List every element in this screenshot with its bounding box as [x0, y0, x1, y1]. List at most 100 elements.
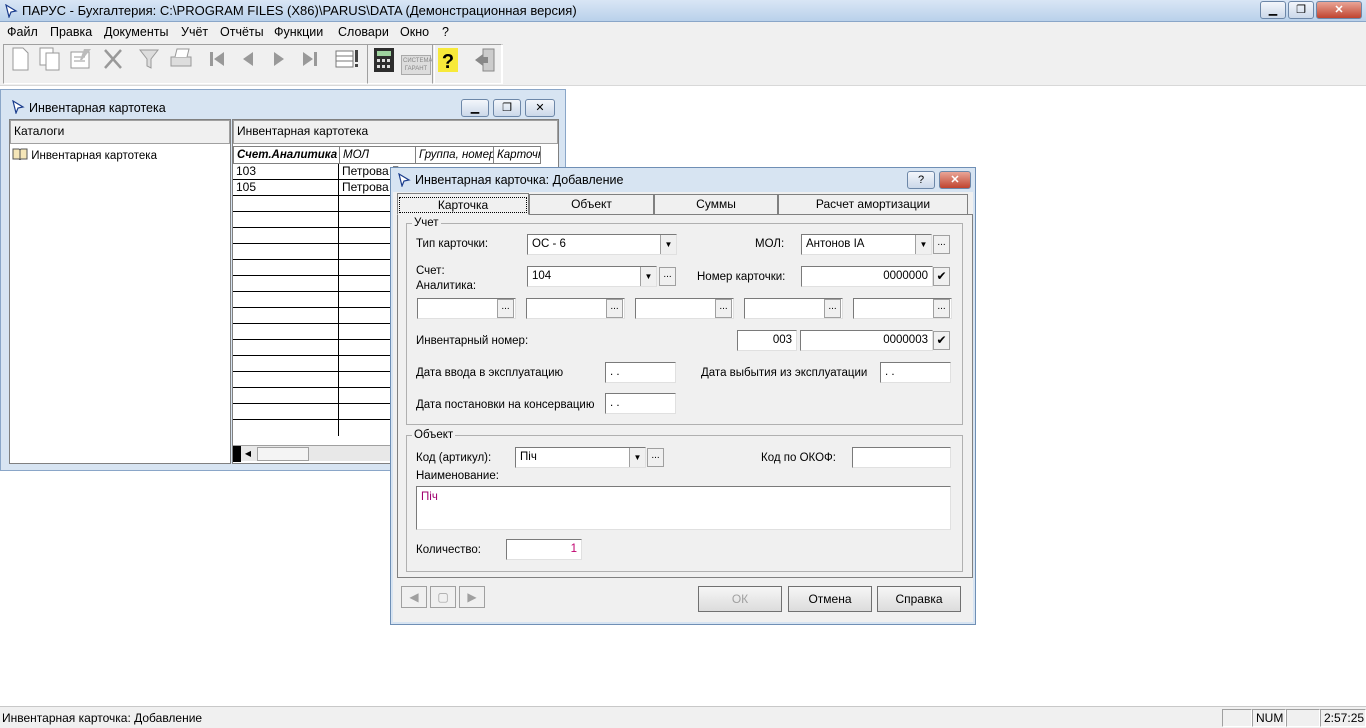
window-icon — [12, 100, 25, 114]
last-record-icon[interactable] — [295, 46, 325, 78]
analytics-3-ellipsis-button[interactable]: ... — [715, 299, 732, 318]
menu-window[interactable]: Окно — [400, 25, 429, 39]
copy-doc-icon[interactable] — [35, 46, 65, 78]
tab-card[interactable]: Карточка — [397, 193, 529, 215]
mol-label: МОЛ: — [755, 238, 785, 250]
filter-icon[interactable] — [134, 46, 164, 78]
scroll-left-icon[interactable]: ◀ — [241, 447, 255, 461]
help-button[interactable]: Справка — [877, 586, 961, 612]
chevron-down-icon[interactable]: ▼ — [640, 267, 656, 286]
catalog-tree-item[interactable]: Инвентарная картотека — [12, 148, 157, 162]
menu-functions[interactable]: Функции — [274, 25, 323, 39]
calculator-icon[interactable] — [369, 46, 399, 78]
column-header-card[interactable]: Карточка — [493, 146, 541, 164]
close-icon: ✕ — [1334, 4, 1344, 16]
ok-button[interactable]: ОК — [698, 586, 782, 612]
list-action-icon[interactable] — [332, 46, 362, 78]
menu-help[interactable]: ? — [442, 25, 449, 39]
account-select[interactable]: 104 ▼ — [527, 266, 657, 287]
app-title: ПАРУС - Бухгалтерия: C:\PROGRAM FILES (X… — [22, 3, 577, 18]
column-header-account[interactable]: Счет.Аналитика — [233, 146, 340, 164]
column-header-group[interactable]: Группа, номер — [415, 146, 494, 164]
tab-panel-card: Учет Тип карточки: ОС - 6 ▼ МОЛ: Антонов… — [397, 214, 973, 578]
catalog-item-label: Инвентарная картотека — [31, 150, 157, 162]
garant-system-icon[interactable]: СИСТЕМА ГАРАНТ — [401, 46, 432, 78]
new-record-button[interactable]: ▢ — [430, 586, 456, 608]
code-select[interactable]: Піч ▼ — [515, 447, 646, 468]
cell-account: 105 — [233, 180, 339, 196]
inventory-number-check-icon[interactable]: ✔ — [933, 331, 950, 350]
help-icon: ? — [917, 174, 925, 186]
analytics-5-ellipsis-button[interactable]: ... — [933, 299, 950, 318]
chevron-down-icon[interactable]: ▼ — [629, 448, 645, 467]
analytics-2-ellipsis-button[interactable]: ... — [606, 299, 623, 318]
menu-reports[interactable]: Отчёты — [220, 25, 264, 39]
inventory-prefix-field[interactable]: 003 — [737, 330, 797, 351]
list-header: Инвентарная картотека — [233, 120, 558, 144]
menu-edit[interactable]: Правка — [50, 25, 92, 39]
prev-record-icon[interactable] — [233, 46, 263, 78]
analytics-label: Аналитика: — [416, 280, 477, 292]
account-ellipsis-button[interactable]: ... — [659, 267, 676, 286]
card-type-select[interactable]: ОС - 6 ▼ — [527, 234, 677, 255]
date-retire-label: Дата выбытия из эксплуатации — [701, 367, 868, 379]
dialog-icon — [398, 173, 411, 187]
toolbar: СИСТЕМА ГАРАНТ ? — [0, 42, 1366, 86]
analytics-1-ellipsis-button[interactable]: ... — [497, 299, 514, 318]
column-header-mol[interactable]: МОЛ — [339, 146, 416, 164]
scrollbar-marker — [233, 446, 241, 462]
mol-select[interactable]: Антонов ІА ▼ — [801, 234, 932, 255]
name-textarea[interactable]: Піч — [416, 486, 951, 530]
status-panel-empty — [1222, 709, 1252, 727]
tab-sums[interactable]: Суммы — [654, 194, 778, 214]
account-group-label: Учет — [412, 217, 441, 229]
first-record-icon[interactable] — [202, 46, 232, 78]
print-icon[interactable] — [166, 46, 196, 78]
tab-object[interactable]: Объект — [529, 194, 654, 214]
minimize-button[interactable]: ▁ — [1260, 1, 1286, 19]
card-number-field[interactable]: 0000000 — [801, 266, 933, 287]
date-commission-field[interactable]: . . — [605, 362, 676, 383]
menu-documents[interactable]: Документы — [104, 25, 168, 39]
status-clock: 2:57:25 — [1320, 709, 1366, 727]
dialog-close-button[interactable]: ✕ — [939, 171, 971, 189]
new-doc-icon[interactable] — [5, 46, 35, 78]
inventory-number-field[interactable]: 0000003 — [800, 330, 933, 351]
okof-label: Код по ОКОФ: — [761, 452, 836, 464]
card-number-check-icon[interactable]: ✔ — [933, 267, 950, 286]
menu-accounting[interactable]: Учёт — [181, 25, 208, 39]
tab-depreciation[interactable]: Расчет амортизации — [778, 194, 968, 214]
date-retire-field[interactable]: . . — [880, 362, 951, 383]
dialog-help-button[interactable]: ? — [907, 171, 935, 189]
next-record-button[interactable]: ▶ — [459, 586, 485, 608]
status-bar: Инвентарная карточка: Добавление NUM 2:5… — [0, 706, 1366, 728]
delete-icon[interactable] — [98, 46, 128, 78]
menu-dictionaries[interactable]: Словари — [338, 25, 389, 39]
edit-doc-icon[interactable] — [66, 46, 96, 78]
menu-file[interactable]: Файл — [7, 25, 38, 39]
dialog-body: Карточка Объект Суммы Расчет амортизации… — [393, 192, 973, 622]
catalog-pane: Каталоги Инвентарная картотека — [9, 119, 231, 464]
exit-icon[interactable] — [470, 46, 500, 78]
code-ellipsis-button[interactable]: ... — [647, 448, 664, 467]
mol-ellipsis-button[interactable]: ... — [933, 235, 950, 254]
next-record-icon[interactable] — [264, 46, 294, 78]
card-type-label: Тип карточки: — [416, 238, 489, 250]
code-label: Код (артикул): — [416, 452, 492, 464]
chevron-down-icon[interactable]: ▼ — [915, 235, 931, 254]
date-conservation-field[interactable]: . . — [605, 393, 676, 414]
child-close-button[interactable]: ✕ — [525, 99, 555, 117]
okof-field[interactable] — [852, 447, 951, 468]
chevron-down-icon[interactable]: ▼ — [660, 235, 676, 254]
maximize-button[interactable]: ❐ — [1288, 1, 1314, 19]
scrollbar-thumb[interactable] — [257, 447, 309, 461]
help-icon[interactable]: ? — [433, 46, 463, 78]
quantity-field[interactable]: 1 — [506, 539, 582, 560]
close-button[interactable]: ✕ — [1316, 1, 1362, 19]
analytics-4-ellipsis-button[interactable]: ... — [824, 299, 841, 318]
child-minimize-button[interactable]: ▁ — [461, 99, 489, 117]
cancel-button[interactable]: Отмена — [788, 586, 872, 612]
child-maximize-button[interactable]: ❐ — [493, 99, 521, 117]
prev-record-button[interactable]: ◀ — [401, 586, 427, 608]
quantity-label: Количество: — [416, 544, 481, 556]
